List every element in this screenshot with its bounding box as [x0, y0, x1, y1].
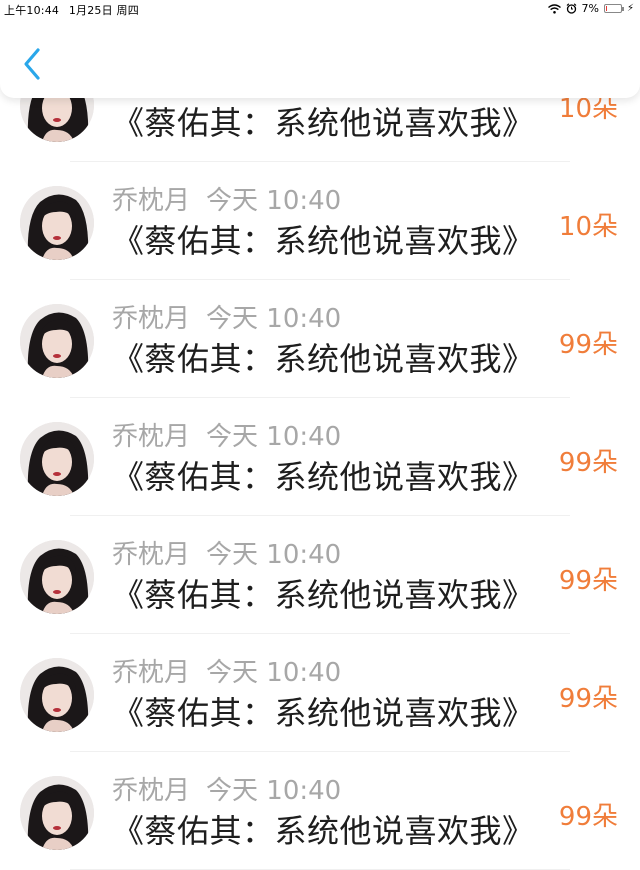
avatar-image: [20, 422, 94, 496]
status-left: 上午10:44 1月25日 周四: [4, 2, 145, 18]
status-right: 7% ⚡: [547, 2, 634, 15]
status-date: 1月25日 周四: [68, 4, 139, 17]
sender-name: 乔枕月: [112, 658, 191, 688]
book-title: 《蔡佑其：系统他说喜欢我》: [112, 576, 535, 614]
book-title: 《蔡佑其：系统他说喜欢我》: [112, 104, 535, 142]
sender-name: 乔枕月: [112, 186, 191, 216]
gift-list: 《蔡佑其：系统他说喜欢我》 10朵 乔枕月 今天 10:40 《蔡佑其：系统他说喜…: [0, 0, 640, 870]
flower-amount: 10朵: [558, 212, 618, 242]
avatar-image: [20, 540, 94, 614]
flower-amount: 99朵: [558, 684, 618, 714]
book-title: 《蔡佑其：系统他说喜欢我》: [112, 458, 535, 496]
avatar[interactable]: [20, 658, 94, 732]
sent-time: 今天 10:40: [206, 776, 342, 806]
avatar[interactable]: [20, 422, 94, 496]
sender-line: 乔枕月 今天 10:40: [112, 770, 341, 807]
avatar-image: [20, 776, 94, 850]
flower-amount: 99朵: [558, 566, 618, 596]
alarm-icon: [566, 3, 576, 14]
avatar[interactable]: [20, 186, 94, 260]
sender-name: 乔枕月: [112, 540, 191, 570]
sender-line: 乔枕月 今天 10:40: [112, 652, 341, 689]
avatar[interactable]: [20, 776, 94, 850]
wifi-icon: [547, 3, 561, 14]
avatar-image: [20, 304, 94, 378]
sender-line: 乔枕月 今天 10:40: [112, 180, 341, 217]
book-title: 《蔡佑其：系统他说喜欢我》: [112, 694, 535, 732]
avatar-image: [20, 186, 94, 260]
battery-level: [605, 6, 607, 11]
sender-name: 乔枕月: [112, 776, 191, 806]
list-item[interactable]: 乔枕月 今天 10:40 《蔡佑其：系统他说喜欢我》 99朵: [0, 516, 640, 634]
sent-time: 今天 10:40: [206, 658, 342, 688]
sender-name: 乔枕月: [112, 422, 191, 452]
flower-amount: 99朵: [558, 330, 618, 360]
list-item[interactable]: 乔枕月 今天 10:40 《蔡佑其：系统他说喜欢我》 10朵: [0, 162, 640, 280]
status-time: 上午10:44: [4, 4, 60, 17]
sender-line: 乔枕月 今天 10:40: [112, 534, 341, 571]
battery-percent: 7%: [581, 2, 599, 15]
flower-amount: 99朵: [558, 802, 618, 832]
battery-icon: [603, 4, 624, 13]
list-item[interactable]: 乔枕月 今天 10:40 《蔡佑其：系统他说喜欢我》 99朵: [0, 752, 640, 870]
avatar[interactable]: [20, 540, 94, 614]
sent-time: 今天 10:40: [206, 186, 342, 216]
sent-time: 今天 10:40: [206, 540, 342, 570]
sender-name: 乔枕月: [112, 304, 191, 334]
book-title: 《蔡佑其：系统他说喜欢我》: [112, 812, 535, 850]
sender-line: 乔枕月 今天 10:40: [112, 416, 341, 453]
navigation-bar: [0, 18, 640, 98]
flower-amount: 99朵: [558, 448, 618, 478]
charging-icon: ⚡: [626, 3, 634, 14]
avatar[interactable]: [20, 304, 94, 378]
list-item[interactable]: 乔枕月 今天 10:40 《蔡佑其：系统他说喜欢我》 99朵: [0, 280, 640, 398]
sender-line: 乔枕月 今天 10:40: [112, 298, 341, 335]
sent-time: 今天 10:40: [206, 304, 342, 334]
book-title: 《蔡佑其：系统他说喜欢我》: [112, 222, 535, 260]
list-item[interactable]: 乔枕月 今天 10:40 《蔡佑其：系统他说喜欢我》 99朵: [0, 634, 640, 752]
avatar-image: [20, 658, 94, 732]
list-item[interactable]: 乔枕月 今天 10:40 《蔡佑其：系统他说喜欢我》 99朵: [0, 398, 640, 516]
back-button[interactable]: [18, 44, 48, 84]
chevron-left-icon: [24, 48, 40, 80]
status-bar: 上午10:44 1月25日 周四 7% ⚡: [0, 0, 640, 18]
sent-time: 今天 10:40: [206, 422, 342, 452]
book-title: 《蔡佑其：系统他说喜欢我》: [112, 340, 535, 378]
